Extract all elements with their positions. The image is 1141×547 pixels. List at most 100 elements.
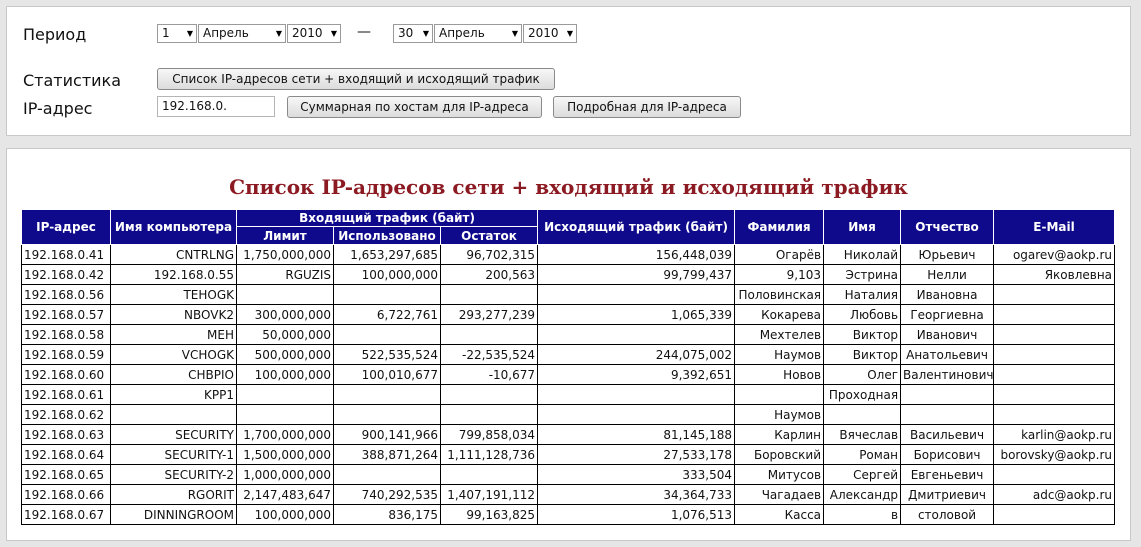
cell-remaining: 99,163,825	[439, 504, 539, 525]
cell-email: adc@aokp.ru	[993, 484, 1116, 505]
to-day-value: 30	[398, 26, 414, 40]
cell-used: 6,722,761	[333, 304, 441, 325]
cell-patronymic: Георгиевна	[900, 304, 995, 325]
cell-email	[993, 284, 1116, 305]
table-row: 192.168.0.66 RGORIT 2,147,483,647 740,292,5…	[21, 484, 1116, 505]
header-computer: Имя компьютера	[110, 209, 237, 245]
cell-remaining	[439, 284, 539, 305]
cell-remaining	[439, 384, 539, 405]
from-year-value: 2010	[292, 26, 323, 40]
cell-ip: 192.168.0.59	[21, 344, 111, 365]
cell-ip: 192.168.0.64	[21, 444, 111, 465]
cell-computer: NBOVK2	[110, 304, 237, 325]
cell-patronymic: Евгеньевич	[900, 464, 995, 485]
cell-limit: 2,147,483,647	[236, 484, 334, 505]
cell-used: 388,871,264	[333, 444, 441, 465]
cell-computer: CNTRLNG	[110, 244, 237, 265]
chevron-down-icon: ▼	[186, 29, 193, 38]
table-row: 192.168.0.59 VCHOGK 500,000,000 522,535,524…	[21, 344, 1116, 365]
to-month-select[interactable]: Апрель ▼	[434, 24, 522, 43]
cell-surname: Огарёв	[734, 244, 825, 265]
cell-outgoing: 34,364,733	[537, 484, 736, 505]
cell-outgoing: 333,504	[537, 464, 736, 485]
to-day-select[interactable]: 30 ▼	[393, 24, 433, 43]
cell-ip: 192.168.0.65	[21, 464, 111, 485]
cell-computer: DINNINGROOM	[110, 504, 237, 525]
table-row: 192.168.0.60 CHBPIO 100,000,000 100,010,677…	[21, 364, 1116, 385]
cell-surname: Карлин	[734, 424, 825, 445]
header-patronymic: Отчество	[900, 209, 995, 245]
cell-computer: SECURITY	[110, 424, 237, 445]
chevron-down-icon: ▼	[511, 29, 518, 38]
cell-surname: 9,103	[734, 264, 825, 285]
cell-computer	[110, 404, 237, 425]
host-summary-button[interactable]: Суммарная по хостам для IP-адреса	[287, 96, 542, 118]
cell-outgoing: 27,533,178	[537, 444, 736, 465]
header-surname: Фамилия	[734, 209, 825, 245]
cell-email: Яковлевна	[993, 264, 1116, 285]
cell-email	[993, 364, 1116, 385]
cell-patronymic: столовой	[900, 504, 995, 525]
cell-ip: 192.168.0.66	[21, 484, 111, 505]
from-year-select[interactable]: 2010 ▼	[287, 24, 341, 43]
cell-used: 836,175	[333, 504, 441, 525]
to-month-value: Апрель	[439, 26, 485, 40]
to-year-select[interactable]: 2010 ▼	[523, 24, 577, 43]
cell-name: Любовь	[823, 304, 902, 325]
cell-outgoing: 244,075,002	[537, 344, 736, 365]
cell-outgoing: 1,076,513	[537, 504, 736, 525]
cell-ip: 192.168.0.57	[21, 304, 111, 325]
cell-remaining: -22,535,524	[439, 344, 539, 365]
cell-patronymic: Анатольевич	[900, 344, 995, 365]
header-name: Имя	[823, 209, 902, 245]
statistics-label: Статистика	[23, 71, 121, 90]
ip-list-traffic-button[interactable]: Список IP-адресов сети + входящий и исхо…	[157, 68, 555, 90]
cell-surname: Наумов	[734, 344, 825, 365]
table-row: 192.168.0.64 SECURITY-1 1,500,000,000 388,8…	[21, 444, 1116, 465]
period-label: Период	[23, 25, 87, 44]
cell-outgoing	[537, 284, 736, 305]
report-title: Список IP-адресов сети + входящий и исхо…	[229, 175, 908, 199]
cell-name: Виктор	[823, 344, 902, 365]
cell-surname: Касса	[734, 504, 825, 525]
cell-computer: VCHOGK	[110, 344, 237, 365]
table-row: 192.168.0.63 SECURITY 1,700,000,000 900,141…	[21, 424, 1116, 445]
cell-surname	[734, 384, 825, 405]
cell-ip: 192.168.0.63	[21, 424, 111, 445]
traffic-table-body: 192.168.0.41 CNTRLNG 1,750,000,000 1,653,29…	[21, 244, 1116, 525]
chevron-down-icon: ▼	[330, 29, 337, 38]
chevron-down-icon: ▼	[275, 29, 282, 38]
cell-computer: SECURITY-2	[110, 464, 237, 485]
cell-outgoing: 1,065,339	[537, 304, 736, 325]
detailed-ip-button[interactable]: Подробная для IP-адреса	[553, 96, 741, 118]
cell-used: 522,535,524	[333, 344, 441, 365]
from-month-select[interactable]: Апрель ▼	[198, 24, 286, 43]
cell-ip: 192.168.0.56	[21, 284, 111, 305]
cell-surname: Боровский	[734, 444, 825, 465]
cell-remaining: 1,111,128,736	[439, 444, 539, 465]
header-remaining: Остаток	[439, 226, 539, 245]
cell-remaining	[439, 324, 539, 345]
cell-remaining: 799,858,034	[439, 424, 539, 445]
cell-surname: Митусов	[734, 464, 825, 485]
ip-address-input[interactable]: 192.168.0.	[157, 96, 275, 117]
cell-name: в	[823, 504, 902, 525]
cell-name: Николай	[823, 244, 902, 265]
cell-email	[993, 344, 1116, 365]
cell-email	[993, 304, 1116, 325]
table-row: 192.168.0.56 TEHOGK Половинская Наталия Иван…	[21, 284, 1116, 305]
cell-used	[333, 404, 441, 425]
cell-limit	[236, 384, 334, 405]
cell-used: 100,000,000	[333, 264, 441, 285]
from-day-select[interactable]: 1 ▼	[157, 24, 197, 43]
table-row: 192.168.0.67 DINNINGROOM 100,000,000 836,17…	[21, 504, 1116, 525]
cell-email	[993, 504, 1116, 525]
to-year-value: 2010	[528, 26, 559, 40]
cell-email: ogarev@aokp.ru	[993, 244, 1116, 265]
cell-email	[993, 324, 1116, 345]
cell-name: Олег	[823, 364, 902, 385]
table-row: 192.168.0.62 Наумов	[21, 404, 1116, 425]
cell-ip: 192.168.0.60	[21, 364, 111, 385]
cell-email: borovsky@aokp.ru	[993, 444, 1116, 465]
cell-patronymic: Валентинович	[900, 364, 995, 385]
